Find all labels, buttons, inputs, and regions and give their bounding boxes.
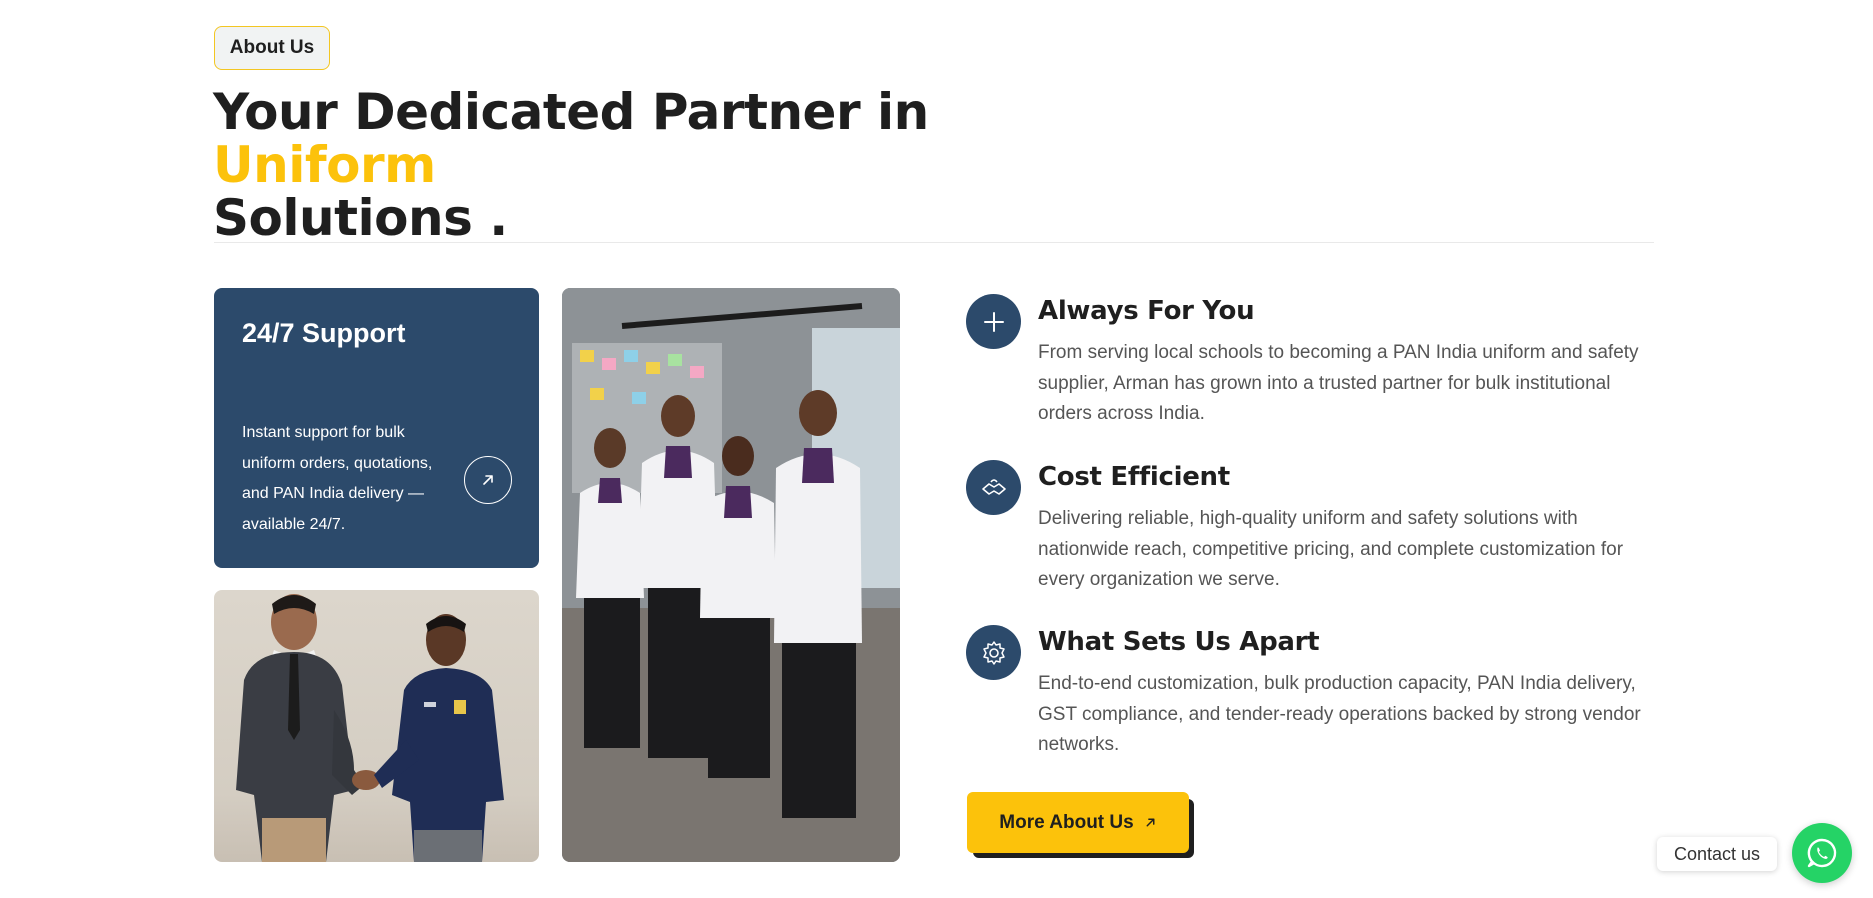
feature-title: Always For You — [1038, 296, 1255, 326]
title-part-1: Your Dedicated Partner in — [213, 83, 929, 141]
cta-label: More About Us — [999, 811, 1134, 833]
arrow-up-right-icon — [1146, 818, 1155, 827]
feature-title: What Sets Us Apart — [1038, 627, 1320, 657]
arrow-up-right-icon — [483, 475, 493, 485]
contact-us-label[interactable]: Contact us — [1657, 837, 1777, 871]
title-part-2: Solutions . — [213, 189, 508, 247]
support-card: 24/7 Support Instant support for bulk un… — [214, 288, 539, 568]
handshake-photo — [214, 590, 539, 862]
feature-text: Delivering reliable, high-quality unifor… — [1038, 508, 1624, 590]
support-card-text: Instant support for bulk uniform orders,… — [242, 424, 433, 533]
feature-text: From serving local schools to becoming a… — [1038, 342, 1639, 424]
page-title: Your Dedicated Partner in Uniform Soluti… — [213, 86, 1113, 245]
handshake-icon — [966, 460, 1021, 515]
feature-text: End-to-end customization, bulk productio… — [1038, 673, 1641, 755]
section-badge: About Us — [214, 26, 330, 70]
feature-title: Cost Efficient — [1038, 462, 1230, 492]
more-about-us-button[interactable]: More About Us — [967, 792, 1189, 853]
section-divider — [214, 242, 1654, 243]
team-photo — [562, 288, 900, 862]
support-card-title: 24/7 Support — [242, 318, 406, 348]
whatsapp-button[interactable] — [1792, 823, 1852, 883]
support-arrow-button[interactable] — [464, 456, 512, 504]
whatsapp-icon — [1807, 838, 1837, 868]
plus-icon — [966, 294, 1021, 349]
title-highlight: Uniform — [213, 136, 436, 194]
gear-icon — [966, 625, 1021, 680]
